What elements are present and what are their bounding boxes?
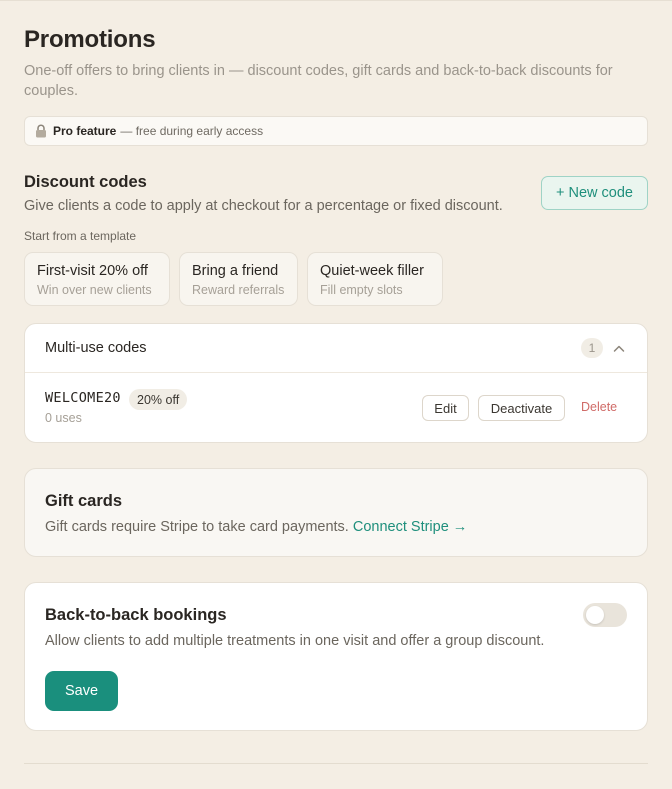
save-button[interactable]: Save bbox=[45, 671, 118, 711]
gift-cards-description: Gift cards require Stripe to take card p… bbox=[45, 519, 349, 535]
pro-feature-note: — free during early access bbox=[120, 124, 264, 138]
discount-codes-description: Give clients a code to apply at checkout… bbox=[24, 198, 503, 214]
delete-code-button[interactable]: Delete bbox=[581, 400, 617, 414]
back-to-back-toggle[interactable] bbox=[583, 603, 627, 627]
discount-badge: 20% off bbox=[129, 389, 188, 410]
gift-cards-title: Gift cards bbox=[45, 492, 123, 510]
back-to-back-title: Back-to-back bookings bbox=[45, 606, 227, 624]
template-first-visit[interactable]: First-visit 20% off Win over new clients bbox=[24, 252, 170, 306]
page-title: Promotions bbox=[24, 26, 156, 53]
template-bring-a-friend[interactable]: Bring a friend Reward referrals bbox=[179, 252, 298, 306]
template-name: Quiet-week filler bbox=[320, 263, 424, 279]
gift-cards-card: Gift cards Gift cards require Stripe to … bbox=[24, 468, 648, 557]
template-label: Start from a template bbox=[24, 229, 137, 243]
back-to-back-description: Allow clients to add multiple treatments… bbox=[45, 633, 545, 649]
new-code-button[interactable]: + New code bbox=[541, 176, 648, 210]
multi-use-codes-title: Multi-use codes bbox=[45, 340, 147, 356]
multi-use-codes-card: Multi-use codes 1 WELCOME20 20% off 0 us… bbox=[24, 323, 648, 443]
pro-feature-label: Pro feature bbox=[53, 124, 117, 138]
code-usage-count: 0 uses bbox=[45, 411, 82, 425]
template-subtitle: Fill empty slots bbox=[320, 283, 403, 297]
top-divider bbox=[0, 0, 672, 1]
back-to-back-card: Back-to-back bookings Allow clients to a… bbox=[24, 582, 648, 731]
toggle-knob bbox=[586, 606, 604, 624]
page-subtitle: One-off offers to bring clients in — dis… bbox=[24, 63, 613, 99]
deactivate-code-button[interactable]: Deactivate bbox=[478, 395, 565, 421]
chevron-up-icon[interactable] bbox=[611, 341, 627, 357]
edit-code-button[interactable]: Edit bbox=[422, 395, 469, 421]
multi-use-codes-header[interactable]: Multi-use codes 1 bbox=[25, 324, 647, 373]
bottom-divider bbox=[24, 763, 648, 764]
pro-feature-banner: Pro feature — free during early access bbox=[24, 116, 648, 146]
code-name: WELCOME20 bbox=[45, 390, 121, 406]
gift-cards-text: Gift cards require Stripe to take card p… bbox=[45, 519, 467, 535]
lock-icon bbox=[35, 124, 47, 138]
template-name: First-visit 20% off bbox=[37, 263, 148, 279]
connect-stripe-link[interactable]: Connect Stripe → bbox=[353, 519, 467, 535]
template-quiet-week[interactable]: Quiet-week filler Fill empty slots bbox=[307, 252, 443, 306]
template-name: Bring a friend bbox=[192, 263, 279, 279]
template-subtitle: Win over new clients bbox=[37, 283, 152, 297]
template-subtitle: Reward referrals bbox=[192, 283, 285, 297]
code-count-badge: 1 bbox=[581, 338, 603, 358]
discount-codes-title: Discount codes bbox=[24, 173, 147, 191]
